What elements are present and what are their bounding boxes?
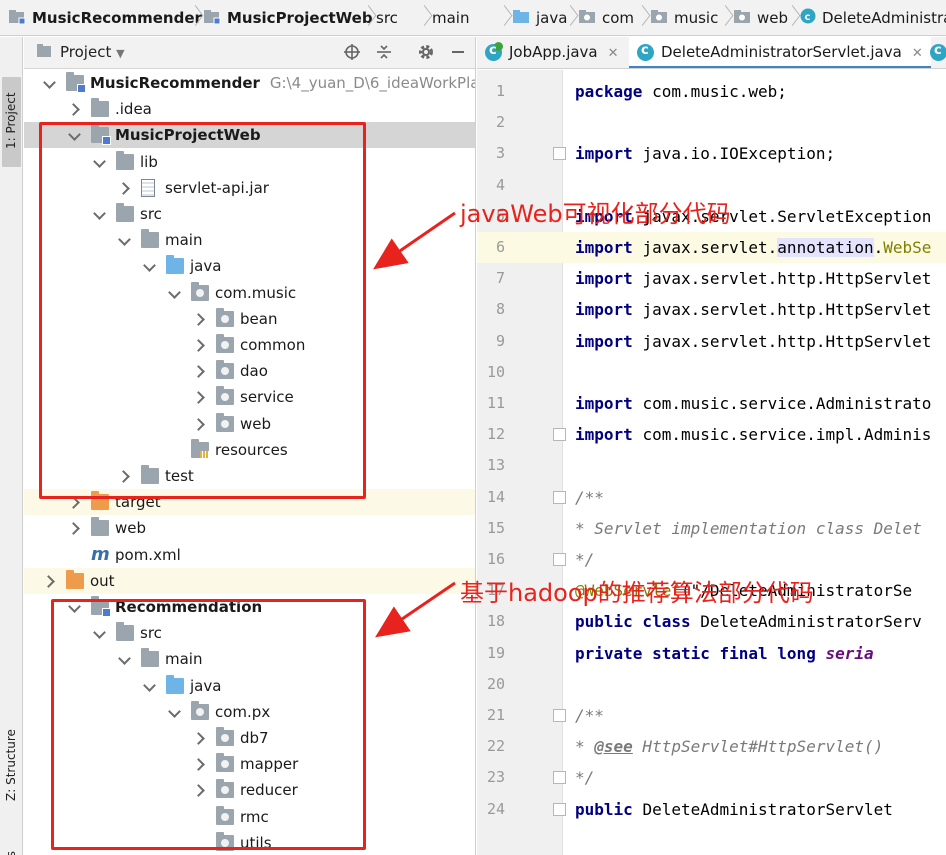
annotation-note-web: javaWeb可视化部分代码 (460, 200, 731, 228)
annotation-arrows (373, 211, 456, 638)
arrow-to-hadoop-box (375, 581, 456, 638)
arrow-to-web-box (373, 211, 456, 270)
annotation-note-hadoop: 基于hadoop的推荐算法部分代码 (460, 579, 814, 607)
